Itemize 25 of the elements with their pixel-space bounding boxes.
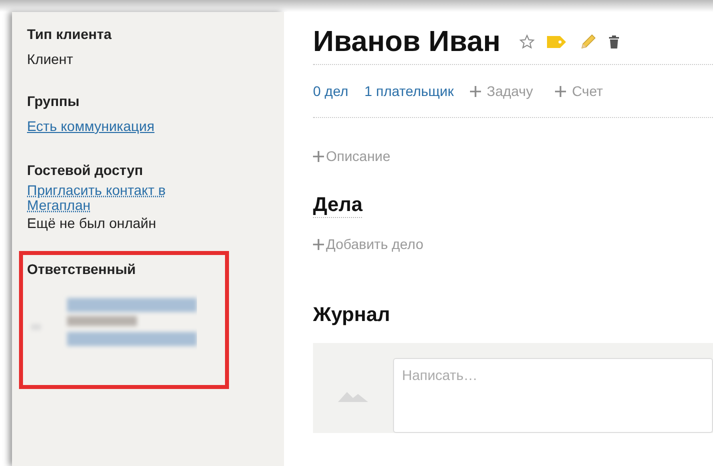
description-link[interactable]: Описание (326, 148, 390, 164)
add-link[interactable]: Счет (572, 83, 603, 99)
plus-icon[interactable] (554, 86, 566, 96)
group-link[interactable]: Есть коммуникация (27, 118, 154, 134)
journal-heading: Журнал (313, 304, 392, 327)
trash-icon[interactable] (608, 35, 620, 49)
star-icon[interactable] (519, 34, 536, 50)
comment-field[interactable]: Написать… (393, 358, 713, 433)
counter-link[interactable]: 0 дел (313, 83, 348, 99)
section-heading: Тип клиента (27, 26, 113, 42)
section-heading: Группы (27, 93, 80, 109)
plus-icon[interactable] (470, 86, 481, 96)
section-heading: Ответственный (27, 261, 137, 277)
add-task-link[interactable]: Добавить дело (326, 236, 424, 252)
contact-name: Иванов Иван (313, 26, 500, 58)
add-link[interactable]: Задачу (486, 83, 533, 99)
section-heading: Гостевой доступ (27, 162, 144, 178)
invite-link[interactable]: Пригласить контакт в Мегаплан (27, 183, 217, 213)
counter-link[interactable]: 1 плательщик (364, 83, 454, 99)
field-value: Ещё не был онлайн (27, 215, 158, 231)
plus-icon[interactable] (313, 150, 324, 162)
plus-icon[interactable] (313, 238, 324, 250)
pencil-icon[interactable] (579, 33, 598, 51)
field-value: Клиент (27, 51, 74, 67)
tasks-heading: Дела (313, 194, 362, 218)
